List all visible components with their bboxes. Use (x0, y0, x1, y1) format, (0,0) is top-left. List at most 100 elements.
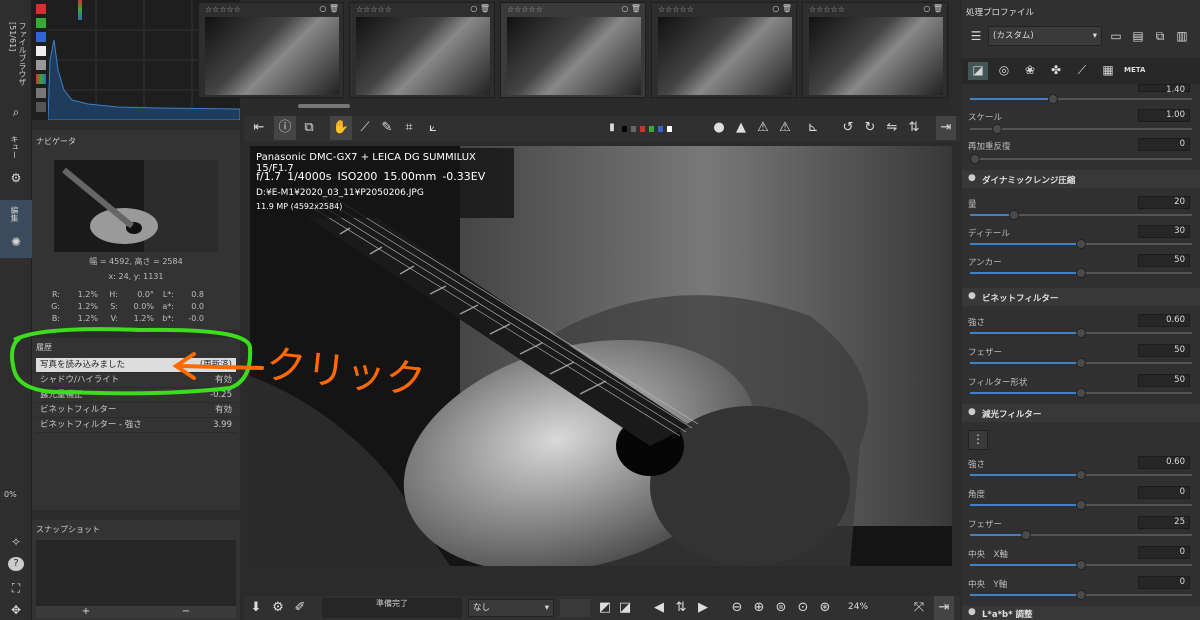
drc-slider[interactable] (970, 239, 1192, 249)
lab-header[interactable]: ● L*a*b* 調整 (962, 606, 1200, 620)
grad-value[interactable]: 25 (1138, 516, 1190, 529)
partial-slider[interactable] (970, 94, 1192, 104)
sync-icon[interactable]: ⇅ (672, 596, 690, 620)
tab-queue[interactable]: キュー (9, 135, 20, 165)
profile-dropdown[interactable]: (カスタム) ▾ (988, 26, 1102, 46)
raw-toggle[interactable] (36, 88, 46, 98)
drc-header[interactable]: ● ダイナミックレンジ圧縮 (962, 170, 1200, 188)
hide-left-panel-icon[interactable]: ⇤ (248, 116, 270, 140)
grad-slider[interactable] (970, 560, 1192, 570)
toggle-icon[interactable]: ● (968, 407, 976, 417)
save-profile-icon[interactable]: ▤ (1130, 28, 1146, 44)
advanced-tab-icon[interactable]: ✤ (1046, 62, 1066, 78)
vig-slider[interactable] (970, 328, 1192, 338)
previous-image-icon[interactable]: ◀ (650, 596, 668, 620)
rotate-right-icon[interactable]: ↻ (860, 116, 880, 140)
history-item[interactable]: 写真を読み込みました (更新済) (36, 358, 236, 373)
remove-snapshot-button[interactable]: − (136, 606, 236, 618)
history-item[interactable]: ビネットフィルター 有効 (36, 403, 236, 418)
graduated-header[interactable]: ● 減光フィルター (962, 404, 1200, 422)
color-tab-icon[interactable]: ❀ (1020, 62, 1040, 78)
filmstrip-thumbnail[interactable]: ☆☆☆☆☆ ○ 🗑 (651, 2, 797, 98)
rating-stars[interactable]: ☆☆☆☆☆ (658, 5, 694, 14)
navigator-thumbnail[interactable] (54, 160, 218, 252)
history-item[interactable]: 露光量補正 -0.25 (36, 388, 236, 403)
fullscreen-icon[interactable]: ⛶ (8, 580, 24, 596)
toggle-icon[interactable]: ● (968, 173, 976, 183)
grad-value[interactable]: 0 (1138, 486, 1190, 499)
zoom-out-icon[interactable]: ⊖ (728, 596, 746, 620)
zoom-crop-icon[interactable]: ⊛ (816, 596, 834, 620)
history-item[interactable]: シャドウ/ハイライト 有効 (36, 373, 236, 388)
output-profile-dropdown[interactable]: なし ▾ (468, 599, 554, 617)
chroma-toggle[interactable] (36, 60, 46, 70)
partial-value[interactable]: 1.40 (1138, 84, 1190, 95)
flip-horizontal-icon[interactable]: ⇋ (882, 116, 902, 140)
filmstrip-thumbnail[interactable]: ☆☆☆☆☆ ○ 🗑 (349, 2, 495, 98)
search-icon[interactable]: ⌕ (8, 104, 24, 120)
drc-value[interactable]: 30 (1138, 225, 1190, 238)
vig-value[interactable]: 0.60 (1138, 314, 1190, 327)
rgb-toggle[interactable] (36, 74, 46, 84)
filmstrip-scrollbar[interactable] (298, 104, 350, 108)
grad-slider[interactable] (970, 500, 1192, 510)
before-after-icon[interactable]: ⧉ (298, 116, 320, 140)
filmstrip-thumbnail[interactable]: ☆☆☆☆☆ ○ 🗑 (198, 2, 344, 98)
save-icon[interactable]: ⬇ (246, 596, 266, 620)
luminance-toggle[interactable] (36, 46, 46, 56)
move-icon[interactable]: ✥ (8, 602, 24, 618)
scale-slider[interactable] (970, 124, 1192, 134)
trash-icon[interactable]: ○ 🗑 (772, 4, 792, 13)
hand-tool-icon[interactable]: ✋ (330, 116, 352, 140)
vig-value[interactable]: 50 (1138, 344, 1190, 357)
drc-slider[interactable] (970, 268, 1192, 278)
meta-tab[interactable]: META (1124, 66, 1145, 74)
help-icon[interactable]: ? (8, 557, 24, 571)
rating-stars[interactable]: ☆☆☆☆☆ (809, 5, 845, 14)
grad-value[interactable]: 0.60 (1138, 456, 1190, 469)
drc-value[interactable]: 20 (1138, 196, 1190, 209)
queue-icon[interactable]: ⚙ (268, 596, 288, 620)
shadows-indicator-icon[interactable]: ▲ (732, 116, 750, 140)
vignette-header[interactable]: ● ビネットフィルター (962, 288, 1200, 306)
crop-icon[interactable]: ⌗ (398, 116, 420, 140)
warning-icon[interactable]: ⚠ (754, 116, 772, 140)
editor-icon[interactable]: ✐ (290, 596, 310, 620)
color-picker-icon[interactable]: ✎ (376, 116, 398, 140)
channel-preview[interactable] (622, 126, 672, 132)
reweight-value[interactable]: 0 (1138, 138, 1190, 151)
drc-value[interactable]: 50 (1138, 254, 1190, 267)
grad-value[interactable]: 0 (1138, 576, 1190, 589)
grad-value[interactable]: 0 (1138, 546, 1190, 559)
straighten-icon[interactable]: ⟀ (422, 116, 444, 140)
zoom-fit-icon[interactable]: ⊜ (772, 596, 790, 620)
copy-profile-icon[interactable]: ⧉ (1152, 28, 1168, 44)
drc-slider[interactable] (970, 210, 1192, 220)
edit-gradient-icon[interactable]: ⋮ (968, 430, 988, 450)
tab-file-browser[interactable]: ファイルブラウザ [51/61] (8, 22, 28, 94)
history-item[interactable]: ビネットフィルター - 強さ 3.99 (36, 418, 236, 433)
scale-value[interactable]: 1.00 (1138, 109, 1190, 122)
perspective-icon[interactable]: ⊾ (804, 116, 822, 140)
transform-tab-icon[interactable]: ⟋ (1072, 62, 1092, 78)
grad-slider[interactable] (970, 590, 1192, 600)
trash-icon[interactable]: ○ 🗑 (923, 4, 943, 13)
filmstrip-thumbnail[interactable]: ☆☆☆☆☆ ○ 🗑 (802, 2, 948, 98)
vig-slider[interactable] (970, 358, 1192, 368)
vig-slider[interactable] (970, 388, 1192, 398)
rating-stars[interactable]: ☆☆☆☆☆ (356, 5, 392, 14)
hide-right-panel-bottom-icon[interactable]: ⇥ (934, 596, 954, 620)
raw-tab-icon[interactable]: ▦ (1098, 62, 1118, 78)
red-channel-toggle[interactable] (36, 4, 46, 14)
trash-icon[interactable]: ○ 🗑 (470, 4, 490, 13)
flip-vertical-icon[interactable]: ⇅ (904, 116, 924, 140)
exposure-tab-icon[interactable]: ◪ (968, 62, 988, 80)
info-icon[interactable]: ⓘ (274, 116, 296, 140)
rotate-left-icon[interactable]: ↺ (838, 116, 858, 140)
toggle-icon[interactable]: ● (968, 291, 976, 301)
trash-icon[interactable]: ○ 🗑 (621, 4, 641, 13)
toggle-icon[interactable]: ● (968, 607, 976, 617)
bar-toggle[interactable] (36, 102, 46, 112)
detail-tab-icon[interactable]: ◎ (994, 62, 1014, 78)
highlight-warning-icon[interactable]: ⚠ (776, 116, 794, 140)
